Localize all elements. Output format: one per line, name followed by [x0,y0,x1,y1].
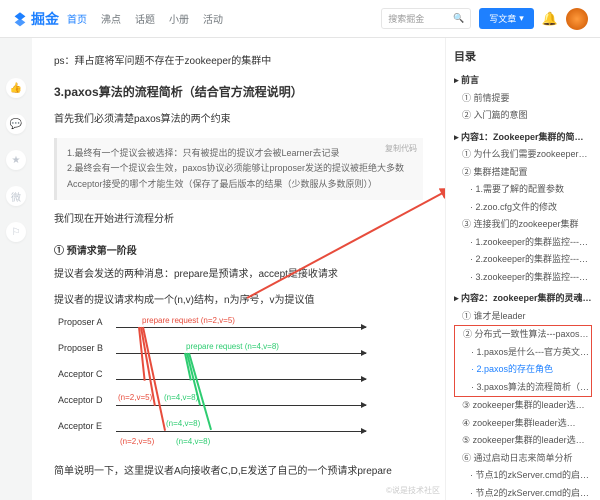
toc-item[interactable]: ▸ 内容1：Zookeeper集群的简单… [454,129,592,147]
watermark: ©说是技术社区 [386,485,440,496]
toc-item[interactable]: · 节点2的zkServer.cmd的启… [454,485,592,500]
toc-item[interactable]: ④ zookeeper集群leader选… [454,415,592,433]
toc-item[interactable]: · 1.需要了解的配置参数 [454,181,592,199]
toc-item[interactable]: · 2.paxos的存在角色 [454,361,592,379]
toc-item[interactable]: ▸ 内容2：zookeeper集群的灵魂… [454,290,592,308]
paragraph: 简单说明一下，这里提议者A向接收者C,D,E发送了自己的一个预请求prepare [54,464,423,480]
bell-icon[interactable]: 🔔 [542,11,558,27]
toc-item[interactable]: ② 分布式一致性算法---paxos… [454,325,592,344]
toc-item[interactable]: ① 前情提要 [454,90,592,108]
toc-item[interactable]: ③ zookeeper集群的leader选… [454,397,592,415]
logo[interactable]: 掘金 [12,9,59,29]
search-icon: 🔍 [453,13,464,24]
toc-item[interactable]: ③ 连接我们的zookeeper集群 [454,216,592,234]
like-icon[interactable]: 👍 [6,78,26,98]
nav: 首页 沸点 话题 小册 活动 [67,11,223,26]
toc-item[interactable]: ▸ 前言 [454,72,592,90]
section-heading: 3.paxos算法的流程简析（结合官方流程说明） [54,83,423,100]
toc-item[interactable]: ⑥ 通过启动日志来简单分析 [454,450,592,468]
toc-item[interactable]: · 节点1的zkServer.cmd的启… [454,467,592,485]
toc-item[interactable]: ① 谁才是leader [454,308,592,326]
toc-item[interactable]: · 2.zookeeper的集群监控---… [454,251,592,269]
logo-icon [12,11,28,27]
write-button[interactable]: 写文章▾ [479,8,534,29]
intro-text: 首先我们必须清楚paxos算法的两个约束 [54,112,423,128]
comment-icon[interactable]: 💬 [6,114,26,134]
avatar[interactable] [566,8,588,30]
toc-item[interactable]: ② 集群搭建配置 [454,164,592,182]
toc-item[interactable]: ② 入门篇的意图 [454,107,592,125]
search-input[interactable]: 搜索掘金 🔍 [381,8,471,29]
toc-sidebar: 目录 ▸ 前言① 前情提要② 入门篇的意图 ▸ 内容1：Zookeeper集群的简… [445,38,600,500]
toc-item[interactable]: ① 为什么我们需要zookeeper… [454,146,592,164]
nav-topics[interactable]: 话题 [135,11,155,26]
article-main: ps：拜占庭将军问题不存在于zookeeper的集群中 3.paxos算法的流程… [32,38,445,500]
paragraph: 提议者会发送的两种消息：prepare是预请求，accept是接收请求 [54,267,423,283]
star-icon[interactable]: ★ [6,150,26,170]
paragraph: 提议者的提议请求构成一个(n,v)结构，n为序号，v为提议值 [54,293,423,309]
paragraph: 我们现在开始进行流程分析 [54,212,423,228]
toc-item[interactable]: · 3.paxos算法的流程简析（结… [454,379,592,398]
paxos-diagram: Proposer A Proposer B Acceptor C Accepto… [58,319,368,454]
toc-item[interactable]: · 2.zoo.cfg文件的修改 [454,199,592,217]
toc-title: 目录 [454,48,592,64]
toc-list: ▸ 前言① 前情提要② 入门篇的意图▸ 内容1：Zookeeper集群的简单…①… [454,72,592,500]
nav-pins[interactable]: 沸点 [101,11,121,26]
action-bar: 👍 💬 ★ 微 ⚐ [0,38,32,500]
nav-home[interactable]: 首页 [67,11,87,26]
ps-note: ps：拜占庭将军问题不存在于zookeeper的集群中 [54,52,423,67]
share-icon[interactable]: ⚐ [6,222,26,242]
copy-code-link[interactable]: 复制代码 [385,142,417,156]
header: 掘金 首页 沸点 话题 小册 活动 搜索掘金 🔍 写文章▾ 🔔 [0,0,600,38]
toc-item[interactable]: ⑤ zookeeper集群的leader选… [454,432,592,450]
nav-events[interactable]: 活动 [203,11,223,26]
phase-heading: ① 预请求第一阶段 [54,242,423,257]
chevron-down-icon: ▾ [519,13,524,24]
toc-item[interactable]: · 1.paxos是什么---官方英文… [454,344,592,362]
toc-item[interactable]: · 1.zookeeper的集群监控---… [454,234,592,252]
toc-item[interactable]: · 3.zookeeper的集群监控---… [454,269,592,287]
nav-books[interactable]: 小册 [169,11,189,26]
quote-block: 复制代码 1.最终有一个提议会被选择：只有被提出的提议才会被Learner去记录… [54,138,423,200]
weibo-icon[interactable]: 微 [6,186,26,206]
